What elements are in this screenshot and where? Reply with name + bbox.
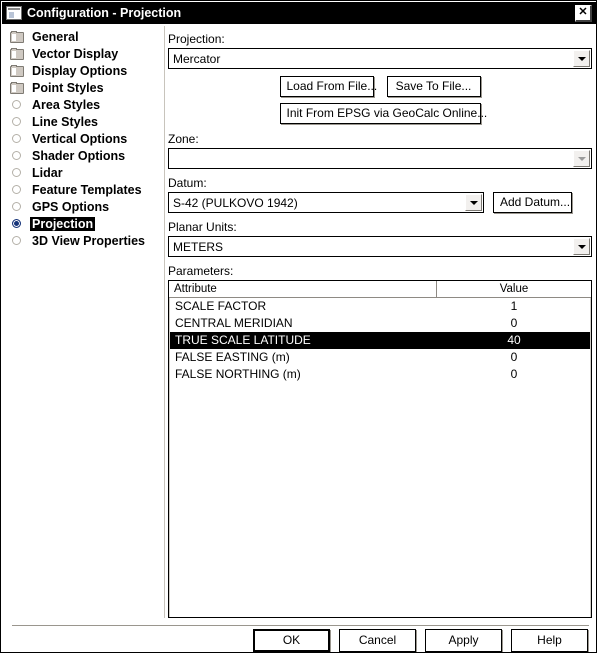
sidebar-item-label: General bbox=[32, 29, 79, 44]
sidebar-item-label: 3D View Properties bbox=[32, 233, 146, 248]
load-from-file-button[interactable]: Load From File... bbox=[279, 76, 377, 97]
title-bar: Configuration - Projection ✕ bbox=[2, 2, 596, 24]
sidebar-item-area-styles[interactable]: Area Styles bbox=[2, 96, 163, 113]
sidebar-item-label: Shader Options bbox=[32, 148, 126, 163]
parameter-value: 0 bbox=[510, 350, 518, 364]
parameters-rows: SCALE FACTOR 1 CENTRAL MERIDIAN 0 TRUE SCALE… bbox=[169, 298, 591, 617]
radio-icon bbox=[12, 202, 21, 211]
planar-units-value: METERS bbox=[173, 239, 224, 254]
parameters-list[interactable]: Attribute Value SCALE FACTOR 1 CENTRAL MER… bbox=[168, 280, 592, 618]
folder-icon bbox=[10, 47, 24, 60]
table-row[interactable]: FALSE NORTHING (m) 0 bbox=[170, 366, 590, 383]
projection-value: Mercator bbox=[173, 51, 221, 66]
projection-panel: Projection: Mercator Load From File... S… bbox=[168, 24, 592, 618]
table-row[interactable]: CENTRAL MERIDIAN 0 bbox=[170, 315, 590, 332]
parameter-attribute: FALSE NORTHING (m) bbox=[175, 367, 301, 381]
zone-label: Zone: bbox=[168, 132, 199, 146]
save-to-file-button[interactable]: Save To File... bbox=[386, 76, 481, 97]
sidebar-item-3d-view-properties[interactable]: 3D View Properties bbox=[2, 232, 163, 249]
sidebar-item-feature-templates[interactable]: Feature Templates bbox=[2, 181, 163, 198]
epsg-button-row: Init From EPSG via GeoCalc Online... bbox=[168, 103, 592, 124]
chevron-down-icon[interactable] bbox=[573, 238, 590, 255]
parameter-value: 40 bbox=[507, 333, 521, 347]
dialog-footer: OK Cancel Apply Help bbox=[2, 628, 596, 652]
ok-button[interactable]: OK bbox=[253, 629, 330, 652]
configuration-dialog: Configuration - Projection ✕ General Vect… bbox=[0, 0, 597, 653]
sidebar-item-projection[interactable]: Projection bbox=[2, 215, 163, 232]
footer-divider bbox=[12, 625, 589, 627]
sidebar-item-label: Point Styles bbox=[32, 80, 104, 95]
planar-units-label: Planar Units: bbox=[168, 220, 237, 234]
cancel-button[interactable]: Cancel bbox=[339, 629, 416, 652]
sidebar-item-label: Lidar bbox=[32, 165, 63, 180]
parameter-attribute: TRUE SCALE LATITUDE bbox=[175, 333, 311, 347]
datum-label: Datum: bbox=[168, 176, 207, 190]
radio-icon bbox=[12, 134, 21, 143]
folder-icon bbox=[10, 64, 24, 77]
sidebar-item-line-styles[interactable]: Line Styles bbox=[2, 113, 163, 130]
sidebar-item-label: Projection bbox=[30, 216, 96, 231]
init-from-epsg-button[interactable]: Init From EPSG via GeoCalc Online... bbox=[279, 103, 487, 124]
add-datum-button[interactable]: Add Datum... bbox=[493, 192, 572, 213]
sidebar-item-label: Vertical Options bbox=[32, 131, 128, 146]
chevron-down-icon[interactable] bbox=[573, 150, 590, 167]
radio-icon bbox=[12, 185, 21, 194]
radio-icon bbox=[12, 100, 21, 109]
sidebar-item-label: Line Styles bbox=[32, 114, 98, 129]
parameter-value: 0 bbox=[510, 316, 518, 330]
parameters-header: Attribute Value bbox=[169, 281, 591, 298]
sidebar-item-general[interactable]: General bbox=[2, 28, 163, 45]
parameter-attribute: FALSE EASTING (m) bbox=[175, 350, 290, 364]
parameters-label: Parameters: bbox=[168, 264, 234, 278]
zone-select[interactable] bbox=[168, 148, 592, 169]
sidebar-item-display-options[interactable]: Display Options bbox=[2, 62, 163, 79]
sidebar-item-gps-options[interactable]: GPS Options bbox=[2, 198, 163, 215]
sidebar-item-label: Feature Templates bbox=[32, 182, 142, 197]
projection-select[interactable]: Mercator bbox=[168, 48, 592, 69]
file-button-row: Load From File... Save To File... bbox=[168, 76, 592, 97]
window-title: Configuration - Projection bbox=[27, 6, 182, 20]
parameter-value: 1 bbox=[510, 299, 518, 313]
close-icon[interactable]: ✕ bbox=[575, 4, 592, 22]
sidebar-item-vector-display[interactable]: Vector Display bbox=[2, 45, 163, 62]
radio-icon bbox=[12, 219, 21, 228]
parameter-attribute: SCALE FACTOR bbox=[175, 299, 267, 313]
folder-icon bbox=[10, 81, 24, 94]
projection-label: Projection: bbox=[168, 32, 225, 46]
folder-icon bbox=[10, 30, 24, 43]
sidebar-item-label: Area Styles bbox=[32, 97, 101, 112]
sidebar-item-vertical-options[interactable]: Vertical Options bbox=[2, 130, 163, 147]
sidebar-item-label: GPS Options bbox=[32, 199, 110, 214]
apply-button[interactable]: Apply bbox=[425, 629, 502, 652]
table-row[interactable]: TRUE SCALE LATITUDE 40 bbox=[170, 332, 590, 349]
radio-icon bbox=[12, 117, 21, 126]
settings-sidebar: General Vector Display Display Options Poin… bbox=[2, 24, 163, 618]
sidebar-item-shader-options[interactable]: Shader Options bbox=[2, 147, 163, 164]
help-button[interactable]: Help bbox=[511, 629, 588, 652]
chevron-down-icon[interactable] bbox=[573, 50, 590, 67]
datum-value: S-42 (PULKOVO 1942) bbox=[173, 195, 298, 210]
radio-icon bbox=[12, 151, 21, 160]
window-app-icon bbox=[6, 6, 22, 20]
sidebar-item-label: Vector Display bbox=[32, 46, 119, 61]
sidebar-divider bbox=[164, 26, 165, 618]
radio-icon bbox=[12, 236, 21, 245]
dialog-body: General Vector Display Display Options Poin… bbox=[2, 24, 596, 652]
parameter-value: 0 bbox=[510, 367, 518, 381]
column-header-attribute[interactable]: Attribute bbox=[169, 281, 437, 298]
radio-icon bbox=[12, 168, 21, 177]
parameter-attribute: CENTRAL MERIDIAN bbox=[175, 316, 293, 330]
sidebar-item-lidar[interactable]: Lidar bbox=[2, 164, 163, 181]
datum-select[interactable]: S-42 (PULKOVO 1942) bbox=[168, 192, 484, 213]
column-header-value[interactable]: Value bbox=[437, 281, 591, 298]
chevron-down-icon[interactable] bbox=[465, 194, 482, 211]
table-row[interactable]: FALSE EASTING (m) 0 bbox=[170, 349, 590, 366]
sidebar-item-label: Display Options bbox=[32, 63, 128, 78]
sidebar-item-point-styles[interactable]: Point Styles bbox=[2, 79, 163, 96]
planar-units-select[interactable]: METERS bbox=[168, 236, 592, 257]
table-row[interactable]: SCALE FACTOR 1 bbox=[170, 298, 590, 315]
